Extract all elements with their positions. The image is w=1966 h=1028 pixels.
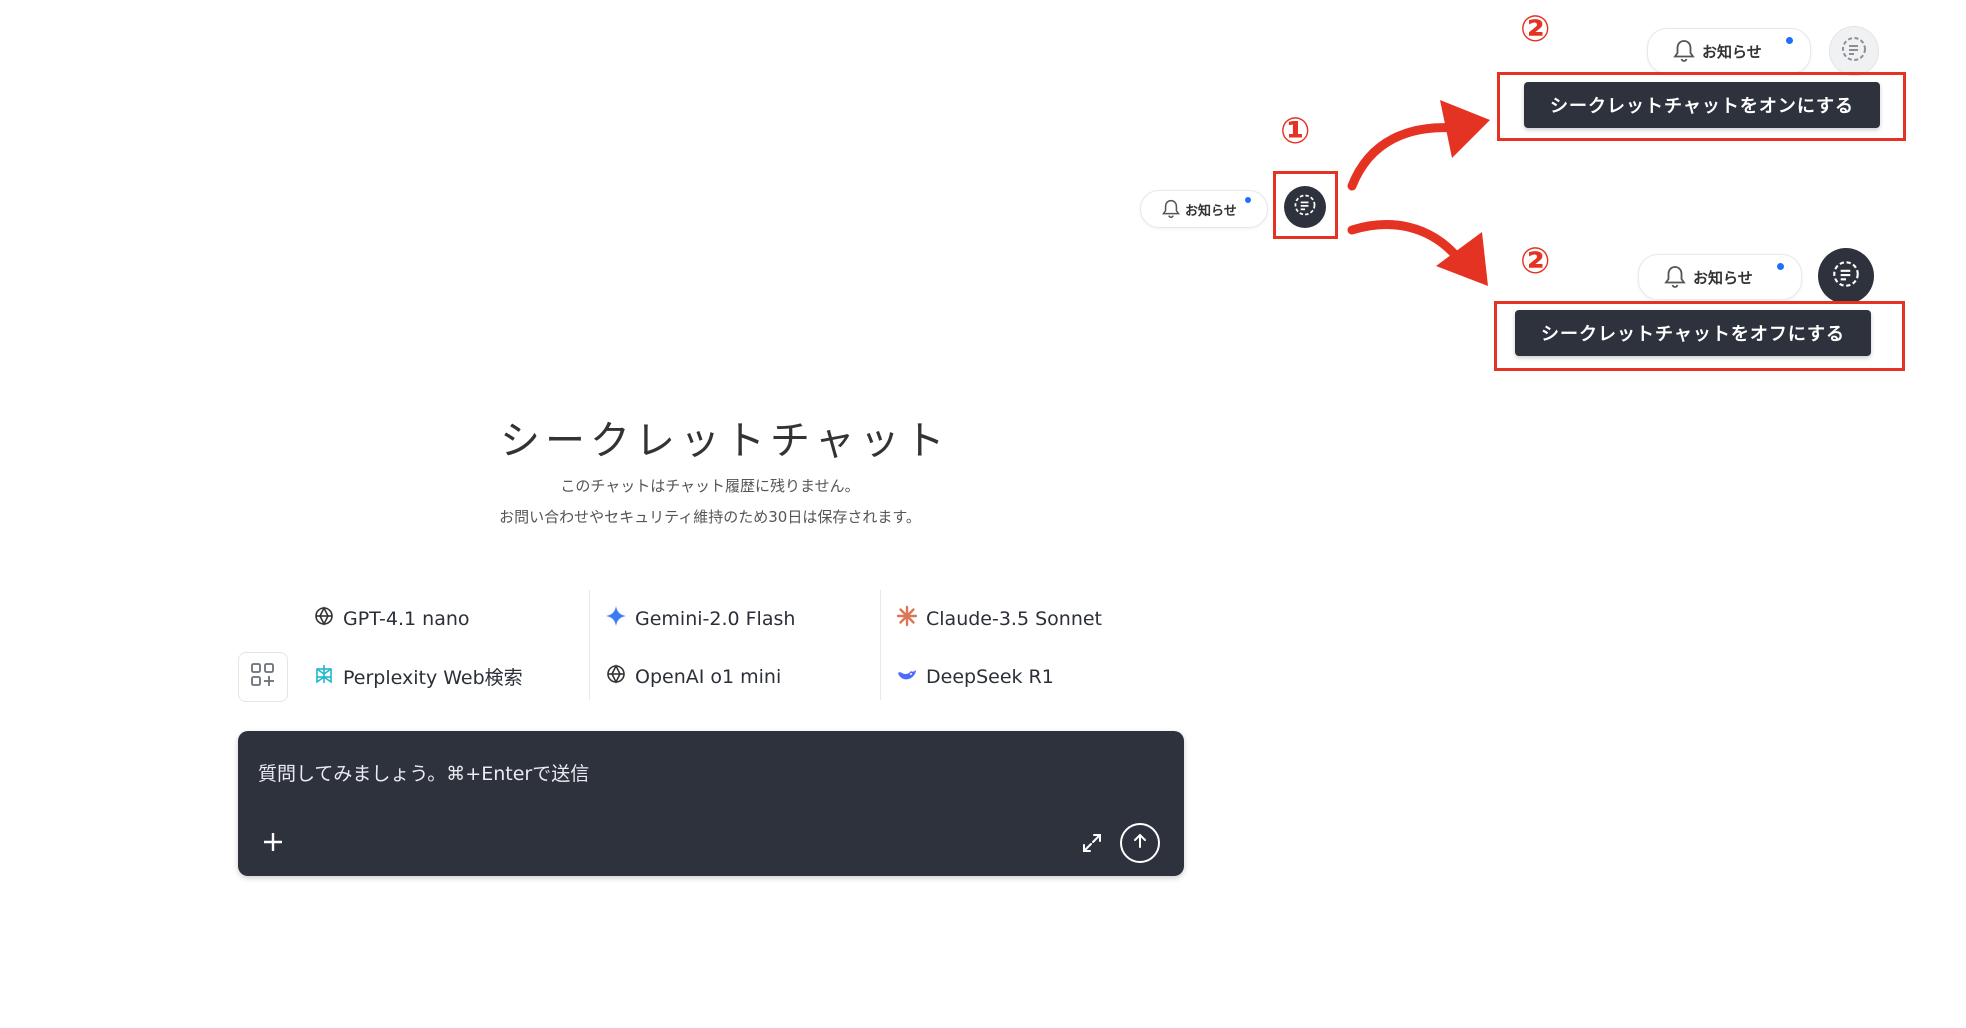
model-label: Perplexity Web検索 — [343, 667, 523, 689]
add-attachment-button[interactable] — [262, 829, 284, 859]
bell-icon — [1161, 198, 1181, 220]
model-option-openai-o1-mini[interactable]: OpenAI o1 mini — [605, 663, 781, 690]
send-button[interactable] — [1120, 823, 1160, 863]
arrow-up-icon — [1131, 832, 1149, 854]
secret-chat-toggle-on-state[interactable] — [1818, 248, 1874, 304]
page-title: シークレットチャット — [500, 418, 950, 464]
step-1-label: ① — [1280, 111, 1311, 152]
model-label: OpenAI o1 mini — [635, 665, 782, 688]
openai-icon — [605, 663, 627, 690]
bell-icon — [1663, 264, 1687, 290]
highlight-box-turn-off — [1494, 301, 1905, 371]
secret-chat-icon — [1839, 34, 1869, 68]
notification-label: お知らせ — [1185, 203, 1237, 219]
apps-grid-plus-icon — [248, 660, 278, 694]
deepseek-icon — [896, 663, 918, 690]
model-option-deepseek-r1[interactable]: DeepSeek R1 — [896, 663, 1054, 690]
model-option-claude-3-5-sonnet[interactable]: Claude-3.5 Sonnet — [896, 605, 1102, 632]
description-line-2: お問い合わせやセキュリティ維持のため30日は保存されます。 — [499, 508, 921, 526]
model-option-gemini-2-0-flash[interactable]: Gemini-2.0 Flash — [605, 605, 795, 632]
claude-icon — [896, 605, 918, 632]
gemini-icon — [605, 605, 627, 632]
arrow-down-icon — [1347, 220, 1463, 263]
openai-icon — [313, 605, 335, 632]
divider — [880, 590, 881, 700]
highlight-box-turn-on — [1497, 72, 1906, 141]
perplexity-icon — [313, 663, 335, 690]
model-label: DeepSeek R1 — [926, 665, 1054, 688]
model-label: Claude-3.5 Sonnet — [926, 607, 1103, 630]
bell-icon — [1672, 38, 1696, 64]
notification-dot — [1245, 197, 1251, 203]
notification-dot — [1786, 37, 1793, 44]
expand-icon — [1080, 834, 1104, 859]
notification-button-top[interactable]: お知らせ — [1647, 28, 1811, 74]
plus-icon — [262, 826, 284, 861]
arrow-graphics — [1347, 100, 1490, 286]
model-list-button[interactable] — [238, 652, 288, 702]
arrow-up-icon — [1347, 123, 1460, 191]
chat-input-box[interactable]: 質問してみましょう。⌘+Enterで送信 — [238, 731, 1184, 876]
step-2-top-label: ② — [1520, 9, 1551, 50]
notification-button-bottom[interactable]: お知らせ — [1638, 254, 1802, 300]
divider — [589, 590, 590, 700]
model-option-perplexity-web[interactable]: Perplexity Web検索 — [313, 663, 523, 690]
highlight-box-toggle — [1273, 171, 1338, 239]
chat-input-placeholder[interactable]: 質問してみましょう。⌘+Enterで送信 — [258, 759, 589, 786]
notification-dot — [1777, 263, 1784, 270]
notification-label: お知らせ — [1693, 268, 1753, 287]
secret-chat-icon — [1830, 258, 1862, 294]
expand-input-button[interactable] — [1080, 831, 1104, 859]
step-2-bottom-label: ② — [1520, 241, 1551, 282]
secret-chat-toggle-off-state[interactable] — [1829, 26, 1879, 76]
model-label: GPT-4.1 nano — [343, 607, 470, 630]
description-line-1: このチャットはチャット履歴に残りません。 — [560, 477, 860, 495]
model-label: Gemini-2.0 Flash — [635, 607, 796, 630]
page-description: このチャットはチャット履歴に残りません。 お問い合わせやセキュリティ維持のため3… — [410, 471, 1010, 533]
model-option-gpt-4-1-nano[interactable]: GPT-4.1 nano — [313, 605, 470, 632]
notification-button-center[interactable]: お知らせ — [1140, 190, 1268, 228]
notification-label: お知らせ — [1702, 42, 1762, 61]
